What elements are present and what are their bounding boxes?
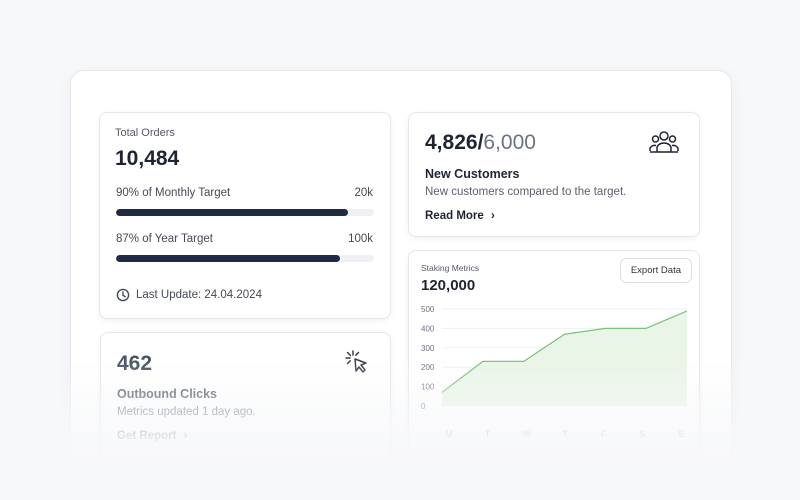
get-report-link[interactable]: Get Report › — [117, 430, 187, 442]
monthly-progress-track — [116, 209, 374, 216]
read-more-label: Read More — [425, 210, 484, 222]
customers-current: 4,826 — [425, 131, 478, 154]
staking-metrics-card: Staking Metrics 120,000 Export Data 0 100… — [408, 250, 700, 452]
x-tick-label: T — [485, 429, 491, 439]
new-customers-card: 4,826/6,000 New Customers New customers … — [408, 112, 700, 237]
outbound-title: Outbound Clicks — [117, 387, 217, 401]
outbound-value: 462 — [117, 352, 153, 375]
x-tick-label: M — [445, 429, 453, 439]
x-tick-label: S — [678, 429, 684, 439]
x-tick-label: F — [601, 429, 607, 439]
y-tick-label: 300 — [421, 344, 435, 353]
cursor-click-icon — [344, 349, 370, 375]
last-update-text: Last Update: 24.04.2024 — [136, 289, 262, 301]
total-orders-label: Total Orders — [115, 127, 175, 139]
get-report-label: Get Report — [117, 430, 177, 442]
year-progress-track — [116, 255, 374, 262]
chevron-right-icon: › — [491, 210, 495, 222]
x-tick-label: T — [562, 429, 568, 439]
customers-subtitle: New customers compared to the target. — [425, 186, 627, 198]
monthly-target-label: 90% of Monthly Target — [116, 187, 231, 199]
total-orders-value: 10,484 — [115, 147, 180, 170]
clock-icon — [116, 288, 130, 302]
year-target-label: 87% of Year Target — [116, 233, 213, 245]
outbound-clicks-card: 462 Outbound Clicks Metrics updated 1 da… — [100, 332, 391, 464]
customers-count: 4,826/6,000 — [425, 131, 536, 155]
y-tick-label: 400 — [421, 324, 435, 333]
y-tick-label: 0 — [421, 402, 426, 411]
users-icon — [649, 129, 679, 155]
y-tick-label: 100 — [421, 383, 435, 392]
monthly-progress-fill — [116, 209, 349, 216]
y-tick-label: 200 — [421, 363, 435, 372]
outbound-subtitle: Metrics updated 1 day ago. — [117, 406, 256, 418]
series-area — [442, 310, 687, 406]
y-tick-label: 500 — [421, 305, 435, 314]
year-target-value: 100k — [348, 233, 373, 245]
year-progress-fill — [116, 255, 341, 262]
x-tick-label: S — [639, 429, 645, 439]
customers-target: 6,000 — [483, 131, 536, 154]
x-tick-label: W — [522, 429, 531, 439]
staking-chart: 0 100 200 300 400 500 M T W T F S S — [421, 305, 688, 439]
read-more-link[interactable]: Read More › — [425, 210, 495, 222]
monthly-target-value: 20k — [354, 187, 373, 199]
total-orders-card: Total Orders 10,484 90% of Monthly Targe… — [99, 112, 391, 319]
customers-title: New Customers — [425, 167, 520, 181]
chevron-right-icon: › — [183, 430, 188, 442]
